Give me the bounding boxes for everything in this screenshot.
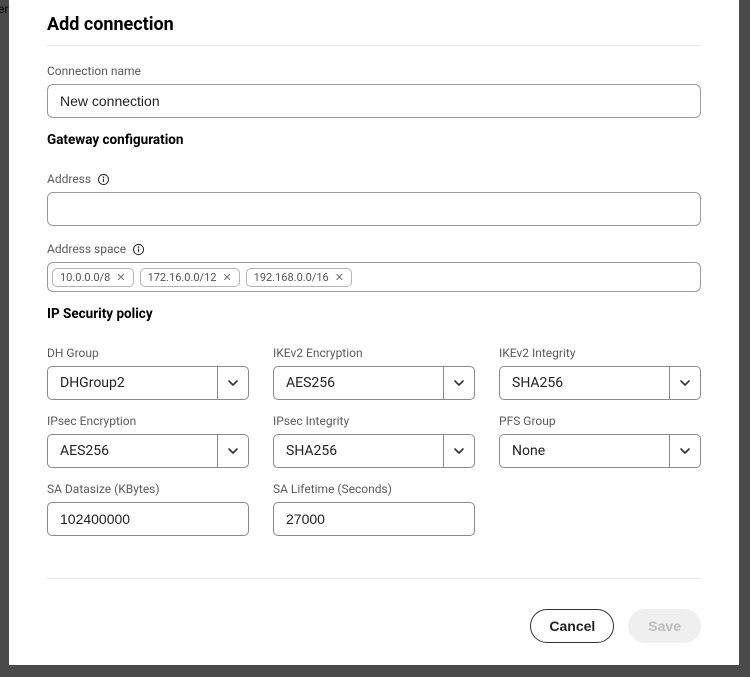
info-icon[interactable]	[132, 243, 145, 256]
chevron-down-icon[interactable]	[443, 366, 475, 400]
connection-name-label: Connection name	[47, 64, 701, 78]
ipsec-integrity-select[interactable]: SHA256	[273, 434, 475, 468]
divider	[47, 45, 701, 46]
dh-group-label: DH Group	[47, 346, 249, 360]
tag-label: 192.168.0.0/16	[254, 271, 329, 284]
chevron-down-icon[interactable]	[443, 434, 475, 468]
close-icon[interactable]: ✕	[335, 272, 344, 283]
info-icon[interactable]	[97, 173, 110, 186]
ikev2-integrity-value: SHA256	[499, 366, 669, 400]
ikev2-integrity-label: IKEv2 Integrity	[499, 346, 701, 360]
ipsec-encryption-select[interactable]: AES256	[47, 434, 249, 468]
address-space-label-text: Address space	[47, 242, 126, 256]
tag-label: 10.0.0.0/8	[60, 271, 110, 284]
close-icon[interactable]: ✕	[222, 272, 231, 283]
chevron-down-icon[interactable]	[669, 366, 701, 400]
ikev2-encryption-value: AES256	[273, 366, 443, 400]
address-label-text: Address	[47, 172, 91, 186]
sa-datasize-input[interactable]	[47, 502, 249, 536]
dh-group-select[interactable]: DHGroup2	[47, 366, 249, 400]
cancel-button[interactable]: Cancel	[530, 609, 614, 643]
chevron-down-icon[interactable]	[217, 434, 249, 468]
page-title: Add connection	[47, 14, 701, 35]
gateway-section-label: Gateway configuration	[47, 132, 701, 148]
address-space-tag[interactable]: 10.0.0.0/8 ✕	[52, 268, 134, 287]
ipsec-integrity-label: IPsec Integrity	[273, 414, 475, 428]
address-space-label: Address space	[47, 242, 701, 256]
tag-label: 172.16.0.0/12	[148, 271, 217, 284]
add-connection-panel: Add connection Connection name Gateway c…	[9, 0, 739, 665]
ikev2-integrity-select[interactable]: SHA256	[499, 366, 701, 400]
ipsec-integrity-value: SHA256	[273, 434, 443, 468]
pfs-group-label: PFS Group	[499, 414, 701, 428]
sa-lifetime-input[interactable]	[273, 502, 475, 536]
chevron-down-icon[interactable]	[669, 434, 701, 468]
chevron-down-icon[interactable]	[217, 366, 249, 400]
pfs-group-value: None	[499, 434, 669, 468]
ipsec-section-label: IP Security policy	[47, 306, 701, 322]
close-icon[interactable]: ✕	[116, 272, 125, 283]
pfs-group-select[interactable]: None	[499, 434, 701, 468]
ipsec-encryption-label: IPsec Encryption	[47, 414, 249, 428]
address-label: Address	[47, 172, 701, 186]
divider	[47, 578, 701, 579]
dh-group-value: DHGroup2	[47, 366, 217, 400]
address-input[interactable]	[47, 192, 701, 226]
address-space-input[interactable]: 10.0.0.0/8 ✕ 172.16.0.0/12 ✕ 192.168.0.0…	[47, 262, 701, 292]
sa-datasize-label: SA Datasize (KBytes)	[47, 482, 249, 496]
connection-name-input[interactable]	[47, 84, 701, 118]
edge-clip-text: er	[0, 2, 8, 16]
ikev2-encryption-select[interactable]: AES256	[273, 366, 475, 400]
address-space-tag[interactable]: 172.16.0.0/12 ✕	[140, 268, 240, 287]
ikev2-encryption-label: IKEv2 Encryption	[273, 346, 475, 360]
address-space-tag[interactable]: 192.168.0.0/16 ✕	[246, 268, 352, 287]
ipsec-encryption-value: AES256	[47, 434, 217, 468]
sa-lifetime-label: SA Lifetime (Seconds)	[273, 482, 475, 496]
save-button: Save	[628, 609, 701, 643]
